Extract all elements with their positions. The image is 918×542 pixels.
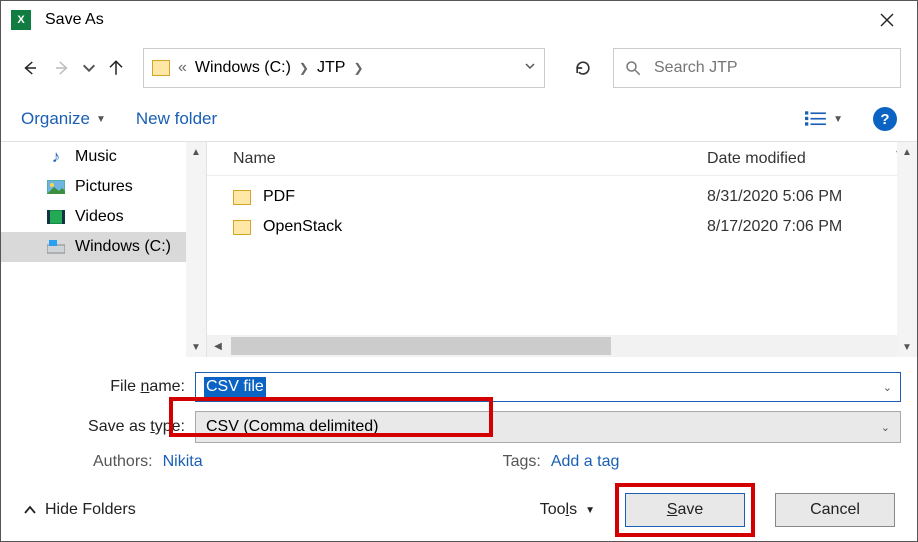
scroll-up-icon[interactable]: ▲ (897, 142, 917, 162)
list-item[interactable]: OpenStack 8/17/2020 7:06 PM (207, 212, 917, 242)
search-input[interactable] (652, 58, 890, 78)
up-button[interactable] (103, 55, 129, 81)
search-box[interactable] (613, 48, 901, 88)
address-dropdown[interactable] (524, 59, 536, 77)
search-icon (624, 59, 642, 77)
annotation-highlight: Save (615, 483, 755, 537)
recent-locations-button[interactable] (81, 55, 97, 81)
address-bar[interactable]: « Windows (C:) ❯ JTP ❯ (143, 48, 545, 88)
music-icon: ♪ (47, 148, 65, 166)
excel-icon: X (11, 10, 31, 30)
column-headers[interactable]: Name Date modified ▾ (207, 142, 917, 176)
chevron-right-icon: ❯ (299, 61, 309, 75)
tools-menu[interactable]: Tools ▼ (540, 501, 595, 519)
view-list-icon (805, 110, 827, 128)
pictures-icon (47, 178, 65, 196)
tags-label: Tags: (503, 453, 541, 471)
savetype-value: CSV (Comma delimited) (206, 418, 378, 436)
sidebar-item-music[interactable]: ♪ Music (1, 142, 206, 172)
column-name[interactable]: Name (233, 150, 707, 168)
file-list[interactable]: PDF 8/31/2020 5:06 PM OpenStack 8/17/202… (207, 176, 917, 335)
caret-down-icon: ▼ (96, 114, 106, 125)
navigation-bar: « Windows (C:) ❯ JTP ❯ (1, 39, 917, 97)
authors-value[interactable]: Nikita (163, 453, 203, 471)
horizontal-scrollbar[interactable]: ◀ ▶ (207, 335, 917, 357)
footer: Hide Folders Tools ▼ Save Cancel (1, 479, 917, 541)
arrow-right-icon (53, 59, 71, 77)
sidebar-item-videos[interactable]: Videos (1, 202, 206, 232)
vertical-scrollbar[interactable]: ▲ ▼ (897, 142, 917, 357)
cancel-button[interactable]: Cancel (775, 493, 895, 527)
arrow-up-icon (107, 59, 125, 77)
folder-icon (152, 60, 170, 76)
list-item[interactable]: PDF 8/31/2020 5:06 PM (207, 182, 917, 212)
dialog-title: Save As (45, 11, 867, 29)
file-pane: Name Date modified ▾ PDF 8/31/2020 5:06 … (207, 142, 917, 357)
new-folder-button[interactable]: New folder (136, 109, 217, 129)
folder-icon (233, 220, 251, 235)
breadcrumb-folder[interactable]: JTP (317, 59, 345, 77)
videos-icon (47, 208, 65, 226)
drive-icon (47, 238, 65, 256)
form-area: File name: CSV file ⌄ Save as type: CSV … (1, 357, 917, 479)
savetype-label: Save as type: (17, 418, 185, 436)
savetype-field[interactable]: CSV (Comma delimited) ⌄ (195, 411, 901, 443)
breadcrumb-prefix: « (178, 59, 187, 77)
arrow-left-icon (21, 59, 39, 77)
help-button[interactable]: ? (873, 107, 897, 131)
organize-menu[interactable]: Organize ▼ (21, 109, 106, 129)
save-button[interactable]: Save (625, 493, 745, 527)
sidebar: ♪ Music Pictures Videos Windows (C:) (1, 142, 207, 357)
chevron-down-icon (81, 59, 97, 77)
column-date-modified[interactable]: Date modified ▾ (707, 150, 917, 168)
close-button[interactable] (867, 1, 907, 39)
chevron-down-icon (524, 60, 536, 72)
sidebar-scrollbar[interactable]: ▲ ▼ (186, 142, 206, 357)
chevron-down-icon[interactable]: ⌄ (883, 381, 892, 394)
tags-value[interactable]: Add a tag (551, 453, 620, 471)
filename-label: File name: (17, 378, 185, 396)
toolbar: Organize ▼ New folder ▼ ? (1, 97, 917, 141)
close-icon (879, 12, 895, 28)
hide-folders-button[interactable]: Hide Folders (23, 501, 136, 519)
scroll-left-icon[interactable]: ◀ (207, 341, 229, 352)
sidebar-item-pictures[interactable]: Pictures (1, 172, 206, 202)
sidebar-item-windows-c[interactable]: Windows (C:) (1, 232, 206, 262)
filename-field[interactable]: CSV file ⌄ (195, 372, 901, 402)
refresh-icon (573, 58, 593, 78)
filename-value: CSV file (204, 377, 266, 397)
scroll-down-icon[interactable]: ▼ (897, 337, 917, 357)
view-options-button[interactable]: ▼ (805, 110, 843, 128)
titlebar: X Save As (1, 1, 917, 39)
chevron-down-icon[interactable]: ⌄ (881, 421, 890, 434)
scroll-up-icon[interactable]: ▲ (186, 142, 206, 162)
refresh-button[interactable] (559, 48, 607, 88)
caret-down-icon: ▼ (833, 114, 843, 125)
caret-down-icon: ▼ (585, 505, 595, 516)
authors-label: Authors: (93, 453, 153, 471)
folder-icon (233, 190, 251, 205)
save-as-dialog: X Save As « Windows (C:) ❯ JTP ❯ (0, 0, 918, 542)
scrollbar-thumb[interactable] (231, 337, 611, 355)
breadcrumb-drive[interactable]: Windows (C:) (195, 59, 291, 77)
forward-button[interactable] (49, 55, 75, 81)
chevron-right-icon: ❯ (353, 61, 363, 75)
back-button[interactable] (17, 55, 43, 81)
body-area: ♪ Music Pictures Videos Windows (C:) (1, 141, 917, 357)
chevron-up-icon (23, 503, 37, 517)
scroll-down-icon[interactable]: ▼ (186, 337, 206, 357)
